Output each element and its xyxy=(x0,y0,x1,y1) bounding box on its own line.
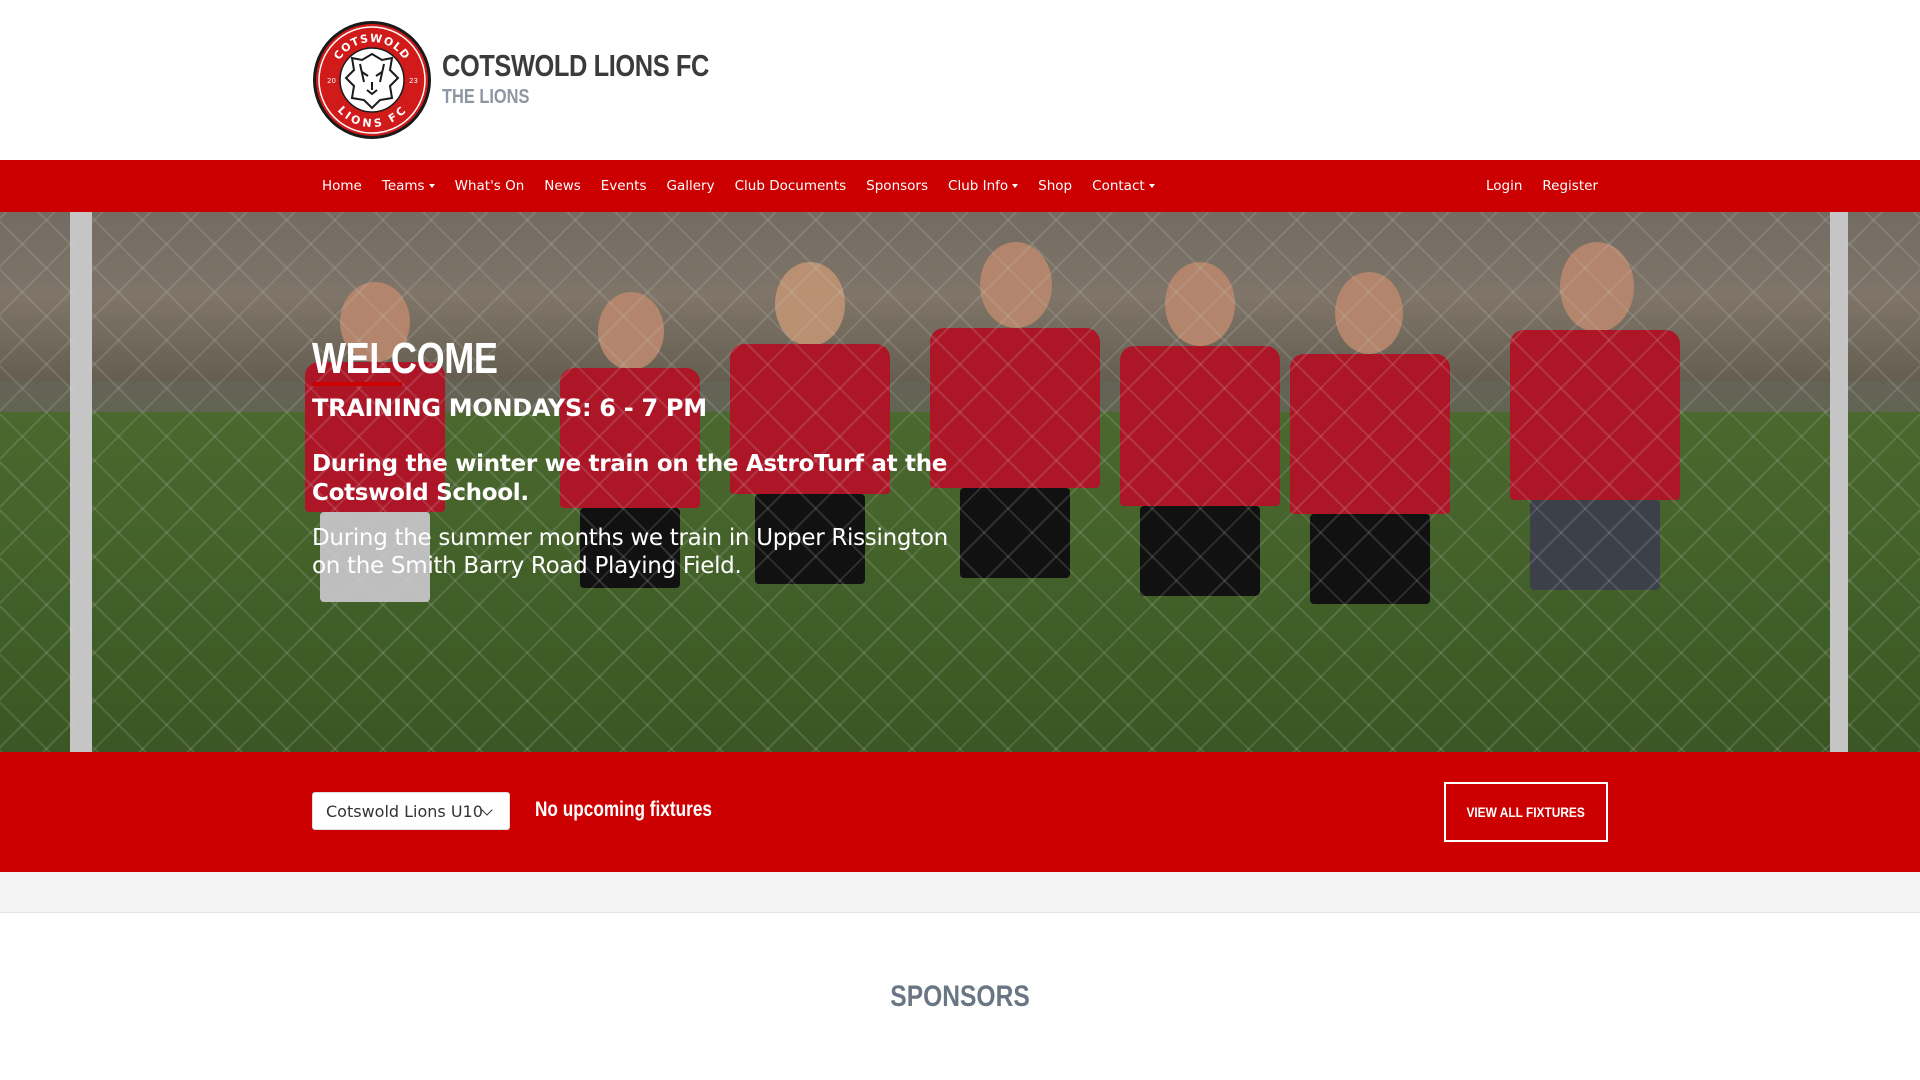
caret-down-icon xyxy=(1012,184,1019,188)
welcome-heading: WELCOME xyxy=(312,334,498,383)
club-crest-logo[interactable]: COTSWOLD LIONS FC 20 23 xyxy=(312,20,432,140)
training-times: TRAINING MONDAYS: 6 - 7 PM xyxy=(312,394,707,422)
chevron-down-icon xyxy=(481,804,493,816)
club-nickname: THE LIONS xyxy=(442,86,530,108)
team-select[interactable]: Cotswold Lions U10 xyxy=(312,792,510,830)
nav-item-sponsors[interactable]: Sponsors xyxy=(856,178,938,194)
nav-item-events[interactable]: Events xyxy=(591,178,657,194)
crest-year-right: 23 xyxy=(409,77,418,85)
nav-item-whats-on[interactable]: What's On xyxy=(445,178,535,194)
view-all-fixtures-label: VIEW ALL FIXTURES xyxy=(1466,804,1586,820)
caret-down-icon xyxy=(428,184,435,188)
summer-training-text: During the summer months we train in Upp… xyxy=(312,525,948,579)
welcome-underline xyxy=(312,382,402,386)
main-nav: Home Teams What's On News Events Gallery… xyxy=(0,160,1920,212)
register-link[interactable]: Register xyxy=(1532,178,1608,194)
nav-item-club-documents[interactable]: Club Documents xyxy=(725,178,857,194)
crest-year-left: 20 xyxy=(327,77,336,85)
hero-overlay xyxy=(0,212,1920,752)
view-all-fixtures-button[interactable]: VIEW ALL FIXTURES xyxy=(1444,782,1608,842)
nav-item-teams[interactable]: Teams xyxy=(372,178,445,194)
sponsors-heading: SPONSORS xyxy=(890,980,1030,1013)
hero-banner xyxy=(0,212,1920,752)
login-link[interactable]: Login xyxy=(1476,178,1532,194)
club-name[interactable]: COTSWOLD LIONS FC xyxy=(442,48,709,84)
site-header: COTSWOLD LIONS FC 20 23 COTSWOLD LIONS F… xyxy=(0,0,1920,160)
nav-item-contact[interactable]: Contact xyxy=(1082,178,1165,194)
fixtures-bar: Cotswold Lions U10 No upcoming fixtures … xyxy=(0,752,1920,872)
section-divider xyxy=(0,872,1920,913)
nav-item-news[interactable]: News xyxy=(534,178,590,194)
nav-left: Home Teams What's On News Events Gallery… xyxy=(312,160,1165,212)
nav-item-shop[interactable]: Shop xyxy=(1028,178,1082,194)
winter-training-text: During the winter we train on the AstroT… xyxy=(312,451,948,506)
nav-item-home[interactable]: Home xyxy=(312,178,372,194)
fixtures-status: No upcoming fixtures xyxy=(535,798,713,821)
team-select-value: Cotswold Lions U10 xyxy=(326,801,483,821)
nav-item-club-info[interactable]: Club Info xyxy=(938,178,1028,194)
nav-right: Login Register xyxy=(1476,160,1608,212)
caret-down-icon xyxy=(1148,184,1155,188)
nav-item-gallery[interactable]: Gallery xyxy=(657,178,725,194)
